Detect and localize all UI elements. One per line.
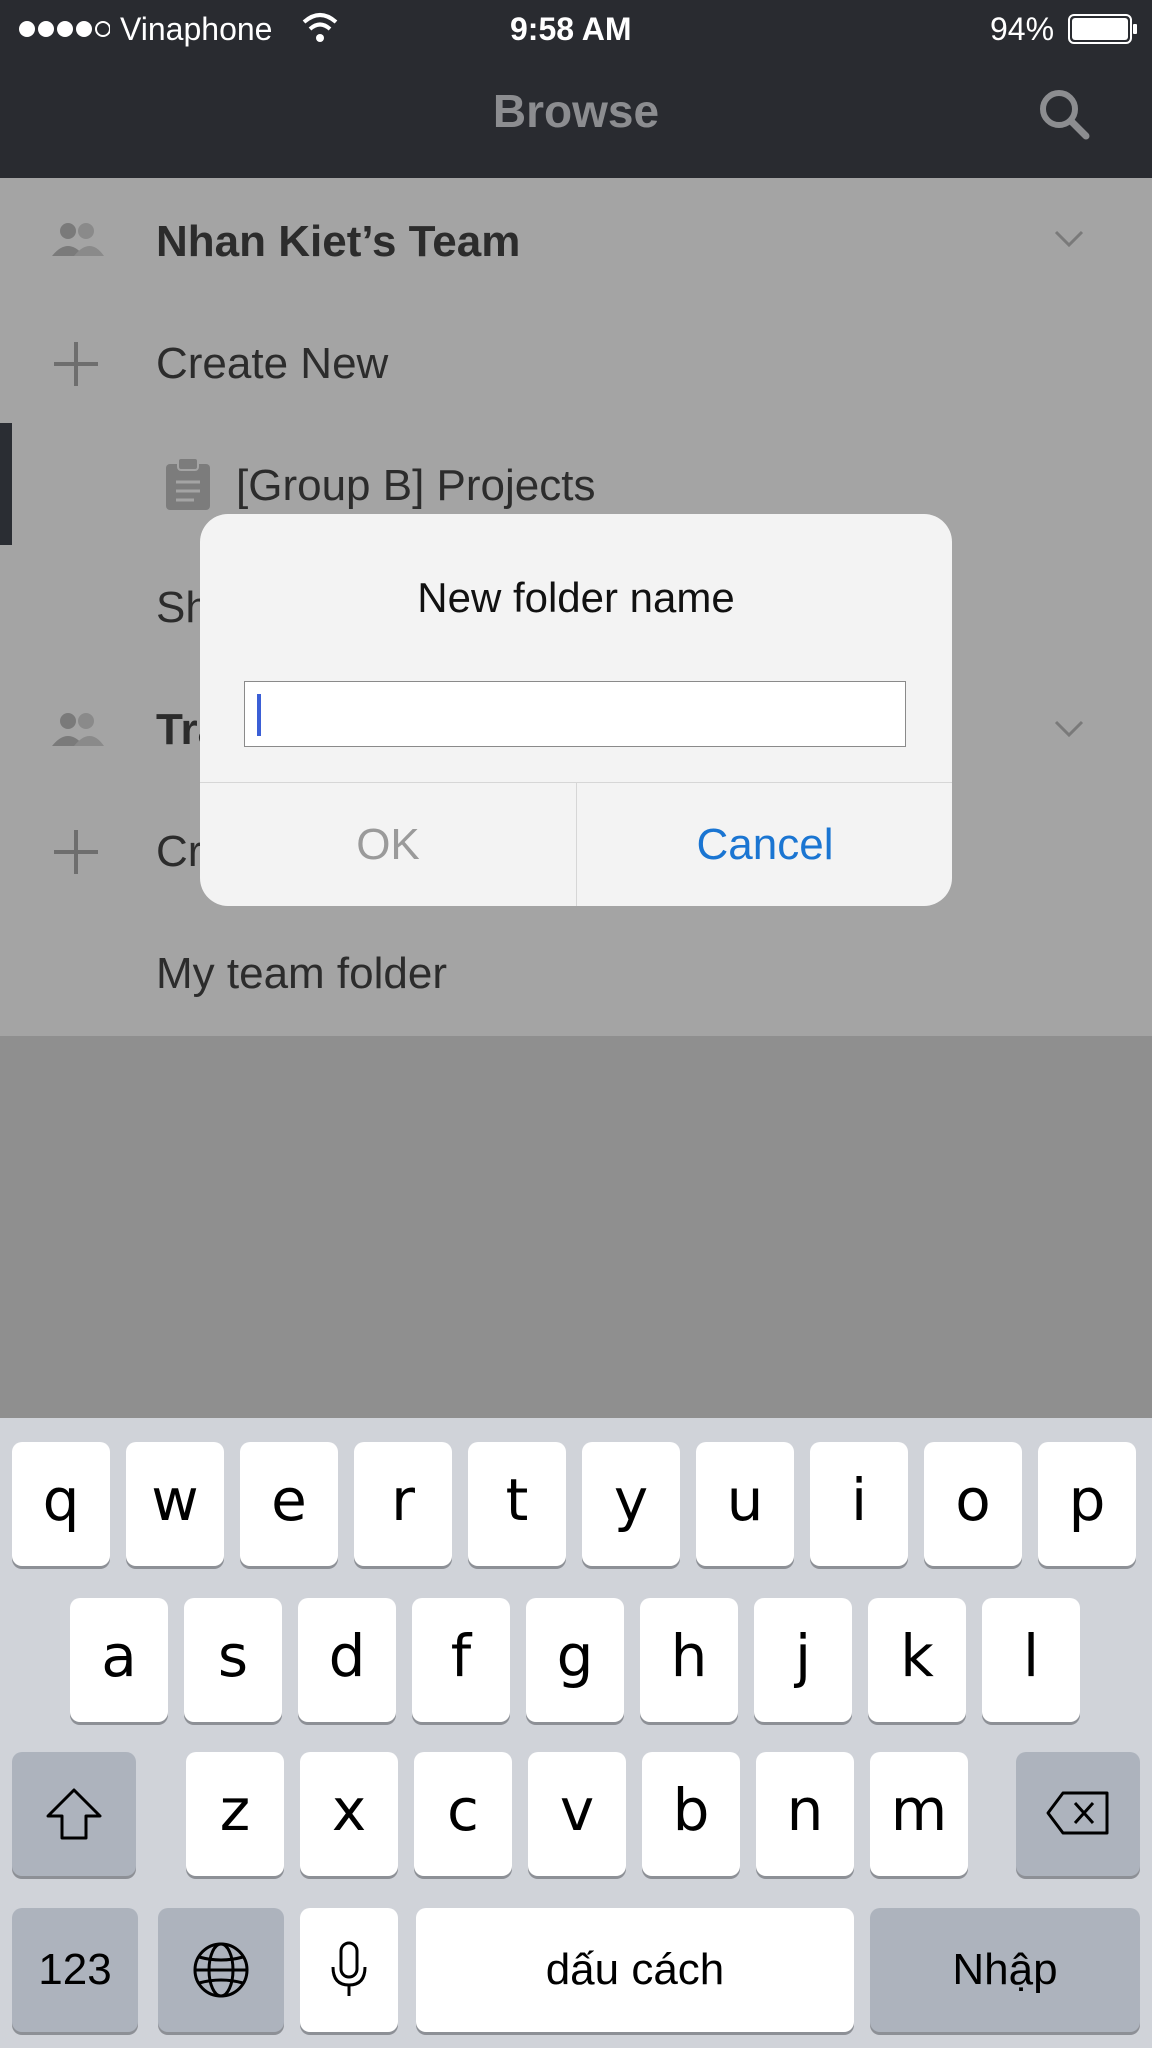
- team-name[interactable]: Nhan Kiet’s Team: [156, 214, 520, 270]
- cancel-button[interactable]: Cancel: [577, 783, 952, 906]
- key-i[interactable]: i: [810, 1442, 908, 1566]
- key-a[interactable]: a: [70, 1598, 168, 1722]
- key-u[interactable]: u: [696, 1442, 794, 1566]
- ok-button[interactable]: OK: [200, 783, 576, 906]
- key-d[interactable]: d: [298, 1598, 396, 1722]
- dim-overlay: [0, 1036, 1152, 1418]
- key-j[interactable]: j: [754, 1598, 852, 1722]
- backspace-key[interactable]: [1016, 1752, 1140, 1876]
- key-p[interactable]: p: [1038, 1442, 1136, 1566]
- page-title: Browse: [492, 85, 660, 137]
- team-folder-item[interactable]: My team folder: [156, 946, 447, 1002]
- microphone-key[interactable]: [300, 1908, 398, 2032]
- key-x[interactable]: x: [300, 1752, 398, 1876]
- key-c[interactable]: c: [414, 1752, 512, 1876]
- chevron-down-icon[interactable]: [1054, 720, 1084, 743]
- create-new-item[interactable]: Create New: [156, 336, 388, 392]
- key-g[interactable]: g: [526, 1598, 624, 1722]
- signal-dots-icon: [18, 8, 111, 60]
- plus-icon: [52, 340, 100, 393]
- plus-icon: [52, 828, 100, 881]
- key-m[interactable]: m: [870, 1752, 968, 1876]
- key-v[interactable]: v: [528, 1752, 626, 1876]
- key-y[interactable]: y: [582, 1442, 680, 1566]
- microphone-icon: [329, 1941, 369, 2009]
- wifi-icon: [300, 8, 340, 58]
- project-item[interactable]: [Group B] Projects: [236, 458, 595, 514]
- clipboard-icon: [164, 456, 212, 517]
- globe-key[interactable]: [158, 1908, 284, 2032]
- new-folder-dialog: New folder name OK Cancel: [200, 514, 952, 906]
- key-o[interactable]: o: [924, 1442, 1022, 1566]
- status-bar: Vinaphone 9:58 AM 94%: [0, 0, 1152, 58]
- key-l[interactable]: l: [982, 1598, 1080, 1722]
- team-icon: [52, 222, 104, 263]
- create-new-item[interactable]: Cr: [156, 824, 202, 880]
- key-f[interactable]: f: [412, 1598, 510, 1722]
- numbers-key[interactable]: 123: [12, 1908, 138, 2032]
- globe-icon: [192, 1942, 250, 2009]
- selection-indicator: [0, 423, 12, 545]
- key-s[interactable]: s: [184, 1598, 282, 1722]
- text-caret: [257, 694, 261, 736]
- folder-name-input[interactable]: [244, 681, 906, 747]
- dialog-title: New folder name: [417, 574, 735, 621]
- team-icon: [52, 712, 104, 753]
- chevron-down-icon[interactable]: [1054, 230, 1084, 253]
- key-e[interactable]: e: [240, 1442, 338, 1566]
- key-z[interactable]: z: [186, 1752, 284, 1876]
- space-key[interactable]: dấu cách: [416, 1908, 854, 2032]
- key-n[interactable]: n: [756, 1752, 854, 1876]
- return-key[interactable]: Nhập: [870, 1908, 1140, 2032]
- key-w[interactable]: w: [126, 1442, 224, 1566]
- keyboard: qwertyuiop asdfghjkl zxcvbnm 123 dấu các…: [0, 1418, 1152, 2048]
- search-icon[interactable]: [1036, 86, 1092, 147]
- battery-percent: 94%: [990, 11, 1055, 47]
- battery-icon: [1068, 12, 1138, 56]
- shift-key[interactable]: [12, 1752, 136, 1876]
- key-k[interactable]: k: [868, 1598, 966, 1722]
- key-b[interactable]: b: [642, 1752, 740, 1876]
- status-time: 9:58 AM: [510, 11, 632, 47]
- carrier-name: Vinaphone: [120, 11, 273, 47]
- key-h[interactable]: h: [640, 1598, 738, 1722]
- backspace-icon: [1045, 1782, 1111, 1850]
- nav-bar: Browse: [0, 58, 1152, 178]
- key-t[interactable]: t: [468, 1442, 566, 1566]
- key-q[interactable]: q: [12, 1442, 110, 1566]
- key-r[interactable]: r: [354, 1442, 452, 1566]
- shift-icon: [44, 1788, 104, 1856]
